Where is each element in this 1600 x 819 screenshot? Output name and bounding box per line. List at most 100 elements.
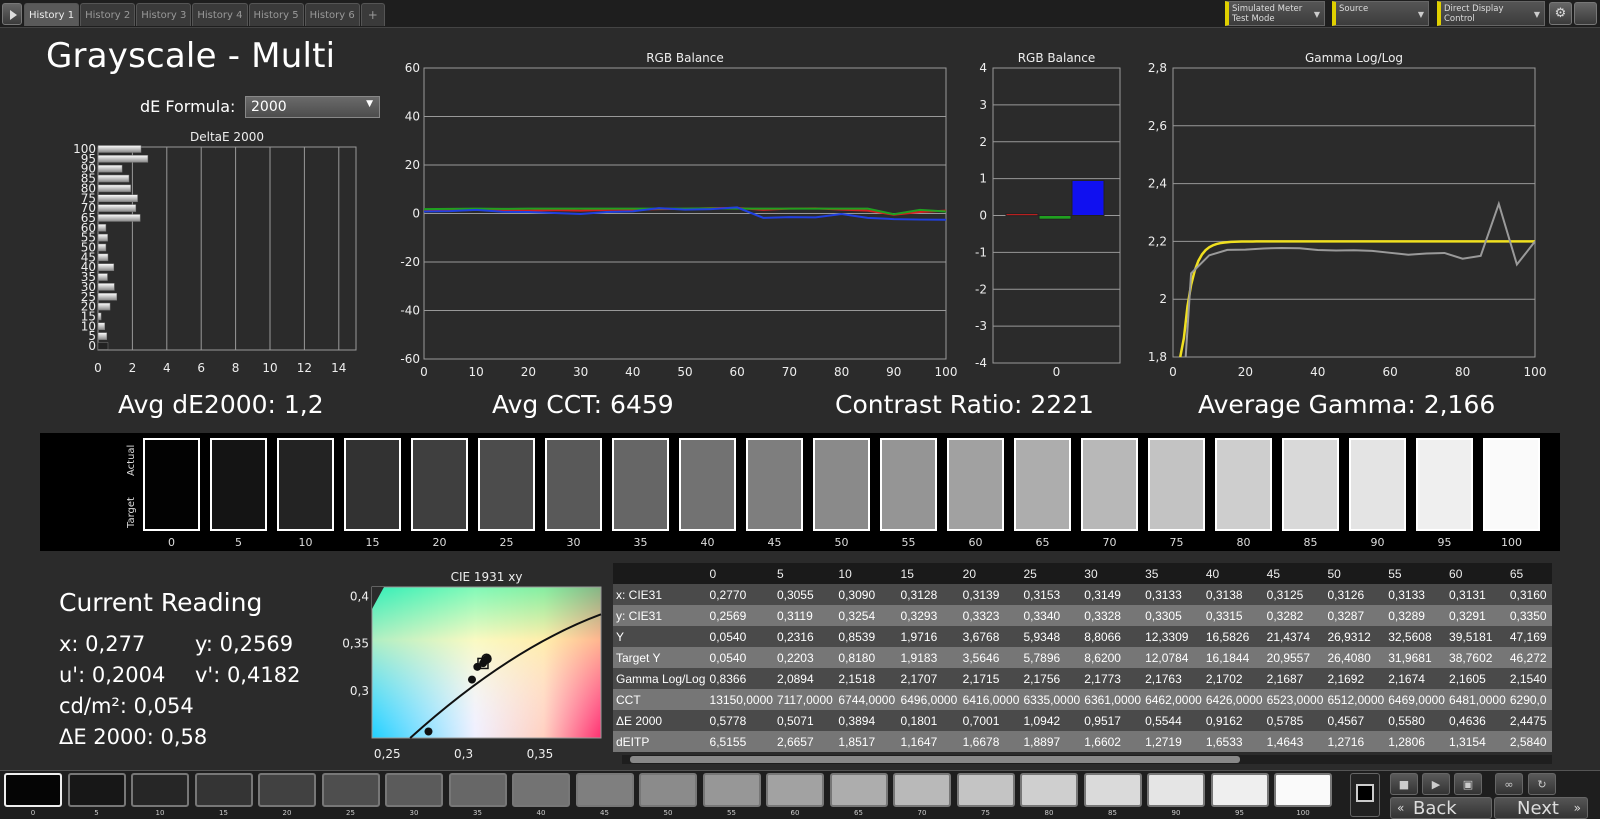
rgb-bar-y-tick: 4 (979, 61, 987, 75)
table-scrollbar-thumb[interactable] (630, 756, 1240, 763)
table-cell: 0,3153 (1019, 584, 1081, 605)
rgb-balance-y-tick: -60 (400, 352, 420, 366)
bottom-swatch-65[interactable] (829, 773, 888, 807)
swatch-55[interactable] (880, 438, 937, 531)
swatch-45[interactable] (746, 438, 803, 531)
bottom-swatch-95[interactable] (1210, 773, 1269, 807)
bottom-swatch-45[interactable] (575, 773, 634, 807)
table-cell: 2,4475 (1505, 710, 1552, 731)
measurement-table: 0 5 10 15 20 25 30 35 40 45 50 55 60 65 x: CIE31 0,2770… (613, 563, 1552, 753)
table-cell: 26,4080 (1323, 647, 1385, 668)
table-cell: 5,9348 (1019, 626, 1081, 647)
rgb-bar-y-tick: 0 (979, 209, 987, 223)
bottom-swatch-20[interactable] (258, 773, 316, 807)
bottom-swatch-25[interactable] (321, 773, 380, 807)
swatch-80[interactable] (1215, 438, 1272, 531)
bottom-swatch-50[interactable] (639, 773, 697, 807)
save-icon[interactable]: ▣ (1454, 773, 1482, 795)
delta-e-x-tick: 4 (163, 361, 171, 375)
table-cell: 8,8066 (1080, 626, 1142, 647)
bottom-swatch-60[interactable] (766, 773, 824, 807)
table-scrollbar[interactable] (622, 755, 1552, 764)
loop-icon[interactable]: ∞ (1495, 773, 1523, 795)
table-cell: 6426,0000 (1201, 689, 1263, 710)
bottom-swatch-label: 45 (600, 809, 609, 817)
swatch-0[interactable] (143, 438, 200, 531)
swatch-60[interactable] (947, 438, 1004, 531)
table-cell: 0,3282 (1262, 605, 1324, 626)
bottom-swatch-35[interactable] (448, 773, 507, 807)
play-icon[interactable]: ▶ (1422, 773, 1450, 795)
swatch-90[interactable] (1349, 438, 1406, 531)
swatch-40[interactable] (679, 438, 736, 531)
bottom-swatch-10[interactable] (131, 773, 189, 807)
bottom-swatch-label: 10 (155, 809, 165, 817)
next-button[interactable]: Next » (1494, 797, 1588, 819)
table-cell: 12,0784 (1141, 647, 1202, 668)
swatch-20[interactable] (411, 438, 468, 531)
table-cell: 20,9557 (1262, 647, 1324, 668)
swatch-10[interactable] (277, 438, 334, 531)
rgb-balance-y-tick: 40 (405, 110, 420, 124)
delta-e-x-tick: 0 (94, 361, 102, 375)
delta-e-bar (97, 224, 107, 232)
bottom-swatch-5[interactable] (67, 773, 126, 807)
table-cell: 1,8897 (1019, 731, 1081, 752)
bottom-swatch-label: 30 (409, 809, 419, 817)
back-button[interactable]: « Back (1390, 797, 1492, 819)
table-cell: 6523,0000 (1262, 689, 1324, 710)
swatch-50[interactable] (813, 438, 870, 531)
bottom-swatch-15[interactable] (194, 773, 253, 807)
gamma-y-tick: 2,4 (1148, 177, 1167, 191)
delta-e-bar (97, 214, 141, 222)
bottom-swatch-100[interactable] (1274, 773, 1332, 807)
swatch-label: 15 (365, 536, 380, 549)
refresh-icon[interactable]: ↻ (1528, 773, 1556, 795)
delta-e-bar (97, 174, 130, 183)
table-cell: 2,1756 (1019, 668, 1081, 689)
rgb-bar-R (1005, 213, 1039, 217)
swatch-30[interactable] (545, 438, 602, 531)
swatch-25[interactable] (478, 438, 535, 531)
bottom-swatch-80[interactable] (1020, 773, 1078, 807)
bottom-swatch-70[interactable] (893, 773, 951, 807)
swatch-5[interactable] (210, 438, 267, 531)
table-cell: 2,1763 (1141, 668, 1202, 689)
table-header-cell: 15 (896, 563, 959, 584)
table-cell: 6361,0000 (1080, 689, 1142, 710)
table-cell: 0,8180 (834, 647, 897, 668)
swatch-85[interactable] (1282, 438, 1339, 531)
table-cell: 2,1518 (834, 668, 897, 689)
next-arrow-icon: » (1573, 801, 1581, 815)
bottom-swatch-label: 85 (1108, 809, 1117, 817)
swatch-100[interactable] (1483, 438, 1540, 531)
bottom-swatch-85[interactable] (1083, 773, 1142, 807)
stop-icon[interactable] (1350, 773, 1380, 817)
table-cell: 0,3291 (1445, 605, 1506, 626)
bottom-swatch-75[interactable] (956, 773, 1015, 807)
table-cell: 0,4567 (1323, 710, 1385, 731)
swatch-15[interactable] (344, 438, 401, 531)
swatch-95[interactable] (1416, 438, 1473, 531)
swatch-65[interactable] (1014, 438, 1071, 531)
avg-cct-stat: Avg CCT: 6459 (492, 390, 674, 419)
bottom-swatch-90[interactable] (1147, 773, 1205, 807)
swatch-75[interactable] (1148, 438, 1205, 531)
table-cell: 0,3289 (1384, 605, 1446, 626)
reading-luminance: cd/m²: 0,054 (59, 694, 194, 718)
table-cell: 13150,0000 (705, 689, 773, 710)
swatch-35[interactable] (612, 438, 669, 531)
gamma-x-tick: 40 (1310, 365, 1325, 379)
stop-square-icon[interactable]: ■ (1390, 773, 1418, 795)
swatch-label: 65 (1035, 536, 1050, 549)
table-cell: 0,5785 (1262, 710, 1324, 731)
swatch-70[interactable] (1081, 438, 1138, 531)
bottom-swatch-40[interactable] (512, 773, 570, 807)
reading-y: y: 0,2569 (195, 632, 294, 656)
table-cell: 2,6657 (772, 731, 835, 752)
bottom-swatch-55[interactable] (702, 773, 761, 807)
bottom-swatch-0[interactable] (4, 773, 62, 807)
table-cell: 0,3350 (1505, 605, 1552, 626)
bottom-swatch-30[interactable] (385, 773, 443, 807)
table-cell: 0,3160 (1505, 584, 1552, 605)
